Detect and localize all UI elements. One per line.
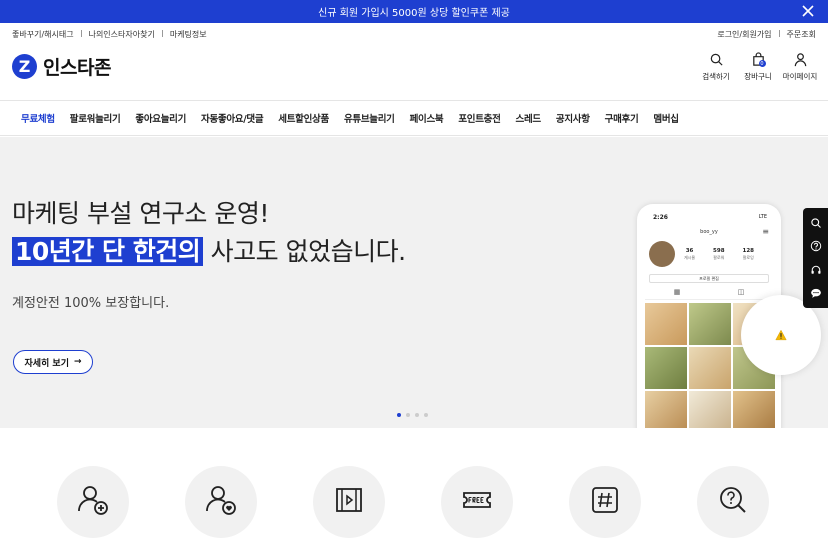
tagged-icon: ◫ — [737, 288, 745, 296]
service-hashtag[interactable] — [569, 466, 641, 538]
avatar — [649, 241, 675, 267]
search-label: 검색하기 — [702, 72, 730, 81]
hero-headline-2: 10년간 단 한건의 사고도 없었습니다. — [12, 232, 406, 268]
service-free[interactable] — [441, 466, 513, 538]
arrow-right-icon: → — [74, 357, 82, 367]
header-actions: 검색하기 0 장바구니 마이페이지 — [700, 52, 818, 82]
nav-auto-likes[interactable]: 자동좋아요/댓글 — [201, 111, 264, 125]
grid-icon: ▦ — [673, 288, 681, 296]
util-link-marketing[interactable]: 마케팅정보 — [170, 29, 207, 40]
photo-tile — [645, 347, 687, 389]
service-follow[interactable] — [57, 466, 129, 538]
slide-dot[interactable] — [397, 413, 401, 417]
cart-label: 장바구니 — [744, 72, 772, 81]
profile-stats: 36 게시물 598 팔로워 128 팔로잉 — [684, 248, 754, 261]
headset-icon[interactable] — [810, 264, 822, 276]
user-add-icon — [78, 486, 108, 515]
photo-tile — [689, 303, 731, 345]
promo-banner: 신규 회원 가입시 5000원 상당 할인쿠폰 제공 — [0, 0, 828, 23]
photo-tile — [689, 347, 731, 389]
util-link-hashtag[interactable]: 좋바꾸기/해시태그 — [12, 29, 74, 40]
profile-tabs: ▦ ◫ — [645, 288, 773, 300]
divider — [80, 30, 82, 37]
search-button[interactable]: 검색하기 — [700, 52, 732, 82]
cart-badge: 0 — [758, 60, 766, 67]
stat-following: 128 팔로잉 — [742, 248, 755, 260]
details-button[interactable]: 자세히 보기 → — [13, 350, 93, 374]
photo-tile — [689, 391, 731, 428]
quick-menu — [803, 208, 828, 308]
nav-youtube[interactable]: 유튜브늘리기 — [344, 111, 395, 125]
service-video[interactable] — [313, 466, 385, 538]
divider — [161, 30, 163, 37]
question-search-icon — [720, 487, 746, 513]
site-logo[interactable]: Z 인스타존 — [12, 53, 111, 80]
order-lookup-link[interactable]: 주문조회 — [787, 29, 816, 40]
login-link[interactable]: 로그인/회원가입 — [717, 29, 771, 40]
warning-icon — [775, 329, 787, 341]
service-shortcuts — [0, 428, 828, 538]
hero-banner: 마케팅 부설 연구소 운영! 10년간 단 한건의 사고도 없었습니다. 계정안… — [0, 137, 828, 428]
promo-text: 신규 회원 가입시 5000원 상당 할인쿠폰 제공 — [318, 8, 510, 19]
nav-facebook[interactable]: 페이스북 — [410, 111, 444, 125]
utility-bar: 좋바꾸기/해시태그 나의인스타자아찾기 마케팅정보 로그인/회원가입 주문조회 — [0, 23, 828, 43]
phone-time: 2:26 — [653, 214, 668, 221]
util-link-find-self[interactable]: 나의인스타자아찾기 — [89, 29, 155, 40]
user-icon — [794, 53, 806, 67]
stat-posts: 36 게시물 — [684, 248, 696, 260]
nav-notice[interactable]: 공지사항 — [556, 111, 590, 125]
hashtag-icon — [592, 487, 618, 513]
nav-likes[interactable]: 좋아요늘리기 — [135, 111, 186, 125]
service-likes[interactable] — [185, 466, 257, 538]
nav-followers[interactable]: 팔로워늘리기 — [70, 111, 121, 125]
free-ticket-icon — [463, 492, 491, 508]
user-heart-icon — [206, 486, 236, 515]
nav-free-trial[interactable]: 무료체험 — [21, 111, 55, 125]
divider — [778, 30, 780, 37]
phone-signal: LTE — [758, 214, 767, 220]
hero-subtitle: 계정안전 100% 보장합니다. — [12, 296, 170, 311]
details-button-label: 자세히 보기 — [24, 358, 69, 369]
service-faq[interactable] — [697, 466, 769, 538]
nav-threads[interactable]: 스레드 — [516, 111, 542, 125]
mypage-button[interactable]: 마이페이지 — [782, 52, 818, 82]
slide-dot[interactable] — [406, 413, 410, 417]
hero-headline-2-rest: 사고도 없었습니다. — [203, 237, 406, 266]
mypage-label: 마이페이지 — [782, 72, 818, 81]
hero-highlight: 10년간 단 한건의 — [12, 237, 204, 266]
slide-indicator — [397, 413, 428, 417]
film-icon — [336, 488, 362, 512]
logo-mark: Z — [12, 54, 37, 79]
nav-points[interactable]: 포인트충전 — [458, 111, 501, 125]
search-icon[interactable] — [810, 217, 822, 229]
photo-tile — [733, 391, 775, 428]
slide-dot[interactable] — [424, 413, 428, 417]
hamburger-icon: ≡ — [762, 227, 769, 236]
slide-dot[interactable] — [415, 413, 419, 417]
chat-icon[interactable] — [810, 287, 822, 299]
hero-headline-1: 마케팅 부설 연구소 운영! — [12, 199, 269, 228]
close-icon[interactable] — [800, 3, 816, 19]
photo-tile — [645, 391, 687, 428]
main-nav: 무료체험 팔로워늘리기 좋아요늘리기 자동좋아요/댓글 세트할인상품 유튜브늘리… — [0, 100, 828, 136]
help-icon[interactable] — [810, 240, 822, 252]
nav-reviews[interactable]: 구매후기 — [605, 111, 639, 125]
stat-followers: 598 팔로워 — [713, 248, 725, 260]
nav-membership[interactable]: 멤버십 — [653, 111, 679, 125]
cart-button[interactable]: 0 장바구니 — [742, 52, 774, 82]
phone-username: boo_yy — [700, 229, 718, 235]
photo-tile — [645, 303, 687, 345]
nav-set-discount[interactable]: 세트할인상품 — [278, 111, 329, 125]
edit-profile-button: 프로필 편집 — [649, 274, 769, 283]
search-icon — [710, 53, 723, 66]
logo-name: 인스타존 — [43, 57, 111, 79]
